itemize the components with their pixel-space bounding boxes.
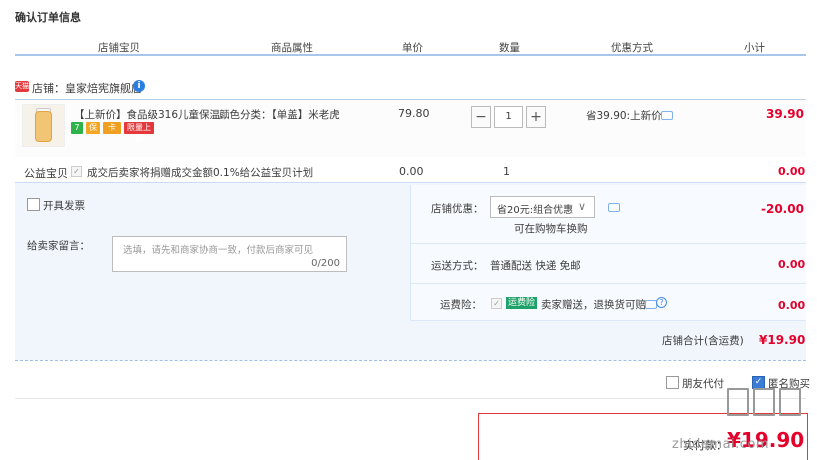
friend-pay-checkbox[interactable] — [666, 376, 679, 389]
info-icon[interactable]: i — [133, 80, 145, 92]
charity-checkbox[interactable]: ✓ — [71, 166, 82, 177]
message-icon[interactable] — [661, 111, 673, 120]
invoice-label: 开具发票 — [43, 200, 85, 212]
order-options-divider — [15, 182, 806, 183]
new-arrival-badge: 限量上新 — [124, 122, 154, 144]
message-icon[interactable] — [608, 203, 620, 212]
product-image-jar — [35, 111, 52, 142]
col-header-quantity: 数量 — [499, 42, 520, 54]
item-divider — [15, 99, 806, 100]
shipping-method: 普通配送 快递 免邮 — [490, 260, 581, 272]
quantity-decrease-button[interactable]: − — [471, 106, 491, 128]
unit-price: 79.80 — [398, 107, 430, 120]
product-name-link[interactable]: 【上新价】食品级316儿童保温... — [74, 107, 230, 122]
card-icon[interactable]: 卡 — [103, 122, 121, 134]
shop-discount-label: 店铺优惠： — [431, 203, 484, 215]
summary-divider — [410, 283, 806, 284]
watermark-text: zhidemai.com — [672, 437, 770, 452]
footer-divider — [15, 398, 806, 399]
summary-divider — [410, 320, 806, 321]
header-divider — [15, 54, 806, 56]
shipping-amount: 0.00 — [778, 258, 806, 271]
message-placeholder: 选填，请先和商家协商一致，付款后商家可见 — [123, 245, 314, 256]
section-divider — [15, 360, 806, 361]
insurance-text: 卖家赠送，退换货可赔 — [541, 299, 646, 311]
message-label: 给卖家留言： — [27, 240, 90, 252]
friend-pay-label: 朋友代付 — [682, 378, 724, 390]
shop-discount-note: 可在购物车换购 — [514, 223, 588, 235]
guarantee-icon[interactable]: 保 — [86, 122, 100, 134]
charity-qty: 1 — [503, 165, 510, 178]
watermark-logo-icon — [727, 388, 749, 416]
charity-text: 成交后卖家将捐赠成交金额0.1%给公益宝贝计划 — [87, 167, 314, 179]
watermark-logo-icon — [753, 388, 775, 416]
insurance-amount: 0.00 — [778, 299, 806, 312]
shop-total-amount: ¥19.90 — [759, 333, 806, 347]
tmall-icon: 天猫 — [15, 81, 29, 92]
quantity-input[interactable]: 1 — [494, 106, 523, 128]
col-header-discount: 优惠方式 — [611, 42, 653, 54]
item-discount-text: 省39.90:上新价 — [586, 110, 662, 122]
insurance-tag: 运费险 — [506, 297, 538, 309]
col-header-subtotal: 小计 — [744, 42, 765, 54]
col-header-item: 店铺宝贝 — [98, 42, 140, 54]
product-thumbnail[interactable] — [22, 104, 65, 147]
charity-subtotal: 0.00 — [778, 165, 806, 178]
message-textarea[interactable]: 选填，请先和商家协商一致，付款后商家可见 0/200 — [112, 236, 347, 272]
col-header-attributes: 商品属性 — [271, 42, 313, 54]
item-subtotal: 39.90 — [766, 107, 804, 121]
invoice-checkbox[interactable] — [27, 198, 40, 211]
quantity-increase-button[interactable]: + — [526, 106, 546, 128]
help-icon[interactable]: ? — [656, 297, 667, 308]
shop-name-link[interactable]: 店铺：皇家焙宪旗舰店 — [32, 80, 142, 96]
charity-label: 公益宝贝 — [24, 167, 68, 180]
page-title: 确认订单信息 — [15, 11, 81, 24]
chevron-down-icon: ∨ — [578, 200, 587, 213]
message-counter: 0/200 — [311, 258, 340, 269]
shop-discount-amount: -20.00 — [761, 202, 804, 216]
col-header-unit-price: 单价 — [402, 42, 423, 54]
insurance-checkbox[interactable]: ✓ — [491, 298, 502, 309]
insurance-label: 运费险： — [440, 299, 482, 311]
shop-discount-select[interactable]: 省20元:组合优惠 ∨ — [490, 196, 595, 218]
summary-divider — [410, 243, 806, 244]
seven-day-return-icon[interactable]: 7 — [71, 122, 83, 134]
charity-price: 0.00 — [399, 165, 424, 178]
shipping-label: 运送方式： — [431, 260, 484, 272]
watermark-logo-icon — [779, 388, 801, 416]
shop-discount-selected: 省20元:组合优惠 — [497, 205, 574, 216]
shop-total-label: 店铺合计(含运费) — [662, 335, 744, 347]
product-attributes: 颜色分类：【单盖】米老虎 — [219, 109, 340, 121]
